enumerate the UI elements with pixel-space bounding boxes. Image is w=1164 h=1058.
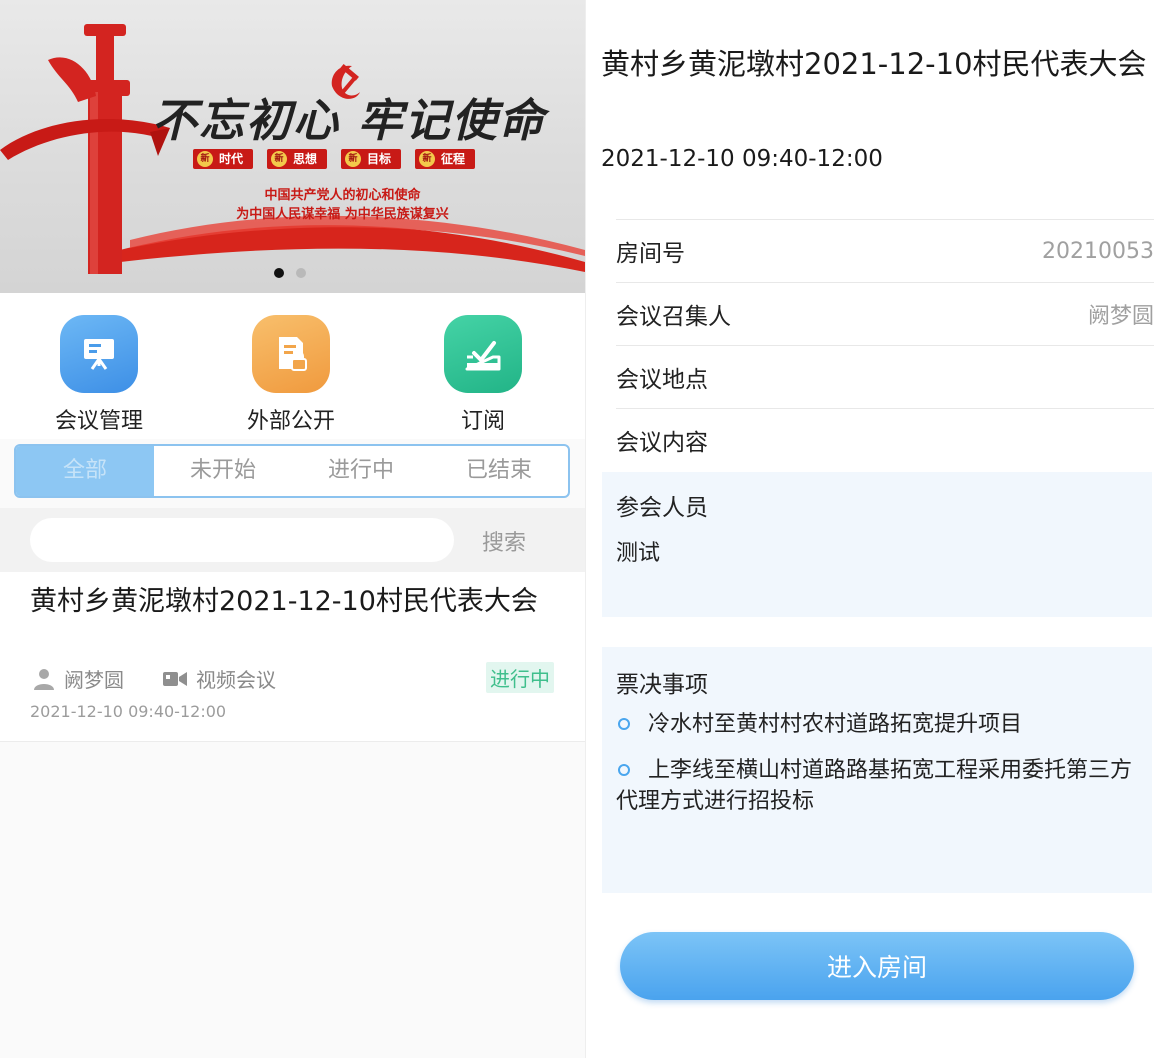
convener-label: 会议召集人 [616,304,731,330]
meeting-management-button[interactable]: 会议管理 [24,315,174,435]
banner-line-1: 中国共产党人的初心和使命 [264,188,421,203]
new-badge-icon: 新 [345,151,362,167]
quick-actions: 会议管理 外部公开 订阅 [0,293,585,439]
location-label: 会议地点 [616,367,708,393]
room-number-row: 房间号 20210053 [616,219,1154,282]
banner-slogan: 不忘初心 牢记使命 [152,94,546,147]
banner-tag-label: 征程 [441,152,466,166]
meeting-type-label: 视频会议 [196,668,276,692]
banner-tag-label: 目标 [367,152,392,166]
banner-tag: 新思想 [267,149,328,169]
convener-row: 会议召集人 阙梦圆 [616,282,1154,345]
carousel-indicator[interactable] [274,268,306,278]
convener-value: 阙梦圆 [1087,304,1154,329]
vote-item: 上李线至横山村道路路基拓宽工程采用委托第三方代理方式进行招投标 [616,755,1136,817]
presentation-board-icon [60,315,138,393]
search-button[interactable]: 搜索 [482,525,526,557]
room-number-value: 20210053 [1042,238,1154,264]
attendees-value: 测试 [616,541,661,566]
status-badge: 进行中 [486,662,554,693]
circle-bullet-icon [618,764,630,776]
attendees-label: 参会人员 [616,495,708,521]
vote-item: 冷水村至黄村村农村道路拓宽提升项目 [616,709,1136,740]
carousel-dot-active[interactable] [274,268,284,278]
subscribe-button[interactable]: 订阅 [408,315,558,435]
meeting-card-time: 2021-12-10 09:40-12:00 [30,702,227,721]
vote-items-label: 票决事项 [616,672,708,698]
meeting-management-label: 会议管理 [54,409,143,434]
banner-tag: 新时代 [193,149,254,169]
external-public-button[interactable]: 外部公开 [216,315,366,435]
content-row: 会议内容 [616,408,1154,471]
carousel-dot[interactable] [296,268,306,278]
tab-ended[interactable]: 已结束 [430,446,568,496]
external-public-label: 外部公开 [246,409,335,434]
banner-tag: 新征程 [415,149,476,169]
meeting-detail-time: 2021-12-10 09:40-12:00 [601,146,883,172]
meeting-organizer: 阙梦圆 [32,664,124,693]
banner-tag-label: 时代 [219,152,244,166]
vote-items-section: 票决事项 冷水村至黄村村农村道路拓宽提升项目 上李线至横山村道路路基拓宽工程采用… [602,647,1152,893]
document-lock-icon [252,315,330,393]
room-number-label: 房间号 [616,241,685,267]
meeting-list-screen: 不忘初心 牢记使命 新时代 新思想 新目标 新征程 中国共产党人的初心和使命 为… [0,0,585,1058]
meeting-card-title: 黄村乡黄泥墩村2021-12-10村民代表大会 [30,586,538,617]
meeting-organizer-name: 阙梦圆 [64,668,124,692]
new-badge-icon: 新 [271,151,288,167]
subscribe-label: 订阅 [460,409,505,434]
content-label: 会议内容 [616,430,708,456]
search-input[interactable] [30,518,454,562]
search-bar: 搜索 [0,508,585,572]
banner-carousel[interactable]: 不忘初心 牢记使命 新时代 新思想 新目标 新征程 中国共产党人的初心和使命 为… [0,0,585,293]
ballot-check-icon [444,315,522,393]
user-icon [34,668,54,690]
banner-tags: 新时代 新思想 新目标 新征程 [193,149,476,169]
banner-tag-label: 思想 [293,152,318,166]
banner-line-2: 为中国人民谋幸福 为中华民族谋复兴 [236,207,449,222]
enter-room-button[interactable]: 进入房间 [620,932,1134,1000]
circle-bullet-icon [618,718,630,730]
video-camera-icon [163,671,187,686]
status-filter-tabs: 全部 未开始 进行中 已结束 [14,444,570,498]
vote-item-text: 上李线至横山村道路路基拓宽工程采用委托第三方代理方式进行招投标 [616,758,1133,814]
tab-not-started[interactable]: 未开始 [154,446,292,496]
meeting-type: 视频会议 [162,664,276,693]
meeting-detail-title: 黄村乡黄泥墩村2021-12-10村民代表大会 [601,47,1147,81]
new-badge-icon: 新 [419,151,436,167]
meeting-detail-screen: 黄村乡黄泥墩村2021-12-10村民代表大会 2021-12-10 09:40… [585,0,1164,1058]
meeting-card[interactable]: 黄村乡黄泥墩村2021-12-10村民代表大会 阙梦圆 视频会议 进行中 202… [0,572,585,742]
banner-tag: 新目标 [341,149,402,169]
tab-all[interactable]: 全部 [16,446,154,496]
tab-in-progress[interactable]: 进行中 [292,446,430,496]
location-row: 会议地点 [616,345,1154,408]
attendees-section: 参会人员 测试 [602,472,1152,617]
new-badge-icon: 新 [197,151,213,167]
vote-item-text: 冷水村至黄村村农村道路拓宽提升项目 [648,712,1023,737]
